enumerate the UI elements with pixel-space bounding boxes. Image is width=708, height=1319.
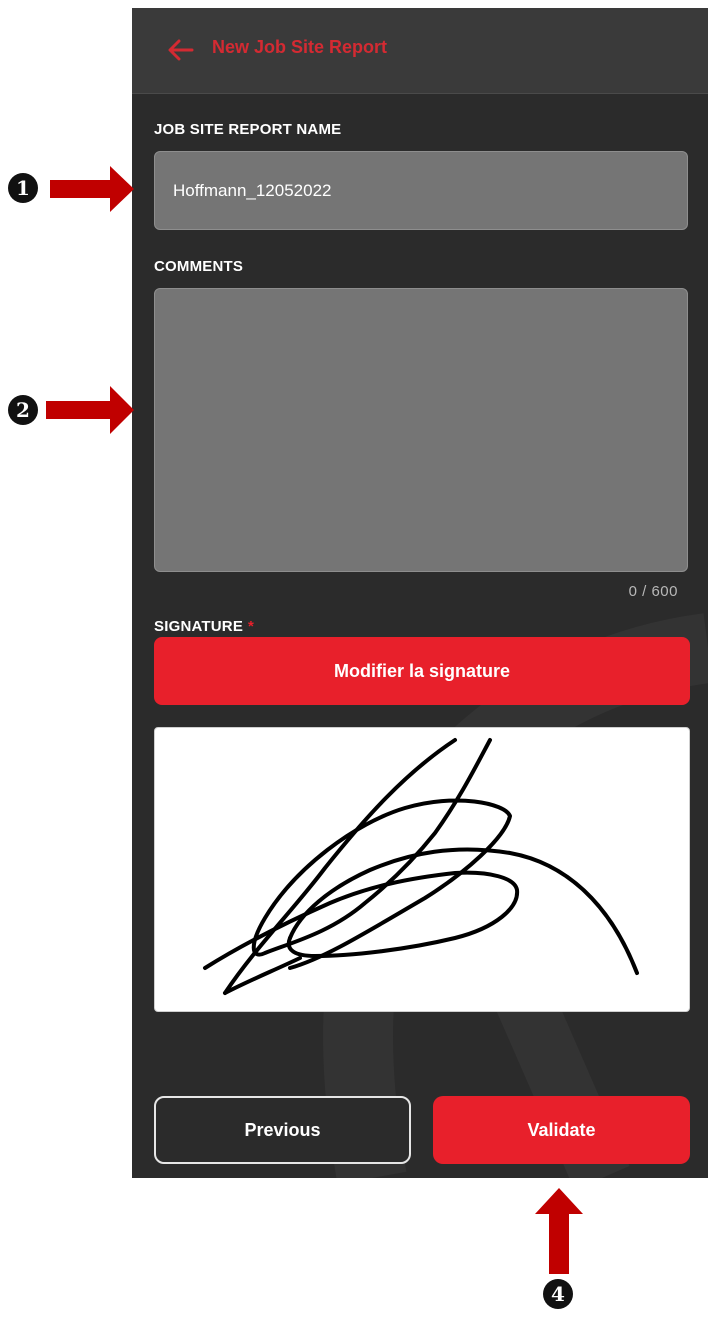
comments-label: COMMENTS <box>154 258 244 275</box>
arrow-left-icon[interactable] <box>168 38 194 62</box>
app-bar: New Job Site Report <box>132 8 708 94</box>
page-title: New Job Site Report <box>212 37 388 57</box>
app-screen: New Job Site Report JOB SITE REPORT NAME… <box>132 8 708 1178</box>
callout-arrow-right-icon <box>50 166 134 212</box>
callout-arrow-right-icon <box>46 386 134 434</box>
callout-arrow-up-icon <box>535 1188 583 1274</box>
validate-button[interactable]: Validate <box>433 1096 690 1164</box>
callout-number-4: 4 <box>543 1279 573 1309</box>
job-site-report-name-label: JOB SITE REPORT NAME <box>154 121 342 138</box>
comments-field[interactable] <box>154 288 688 572</box>
modify-signature-button[interactable]: Modifier la signature <box>154 637 690 705</box>
callout-number-2: 2 <box>8 395 38 425</box>
signature-canvas[interactable] <box>154 727 690 1012</box>
signature-drawing <box>203 738 639 995</box>
comments-character-counter: 0 / 600 <box>628 583 678 600</box>
signature-label: SIGNATURE * <box>154 618 254 635</box>
callout-number-1: 1 <box>8 173 38 203</box>
job-site-report-name-input[interactable]: Hoffmann_12052022 <box>154 151 688 230</box>
signature-label-text: SIGNATURE <box>154 618 244 635</box>
previous-button[interactable]: Previous <box>154 1096 411 1164</box>
job-site-report-name-value: Hoffmann_12052022 <box>173 181 332 200</box>
required-asterisk: * <box>248 618 255 635</box>
